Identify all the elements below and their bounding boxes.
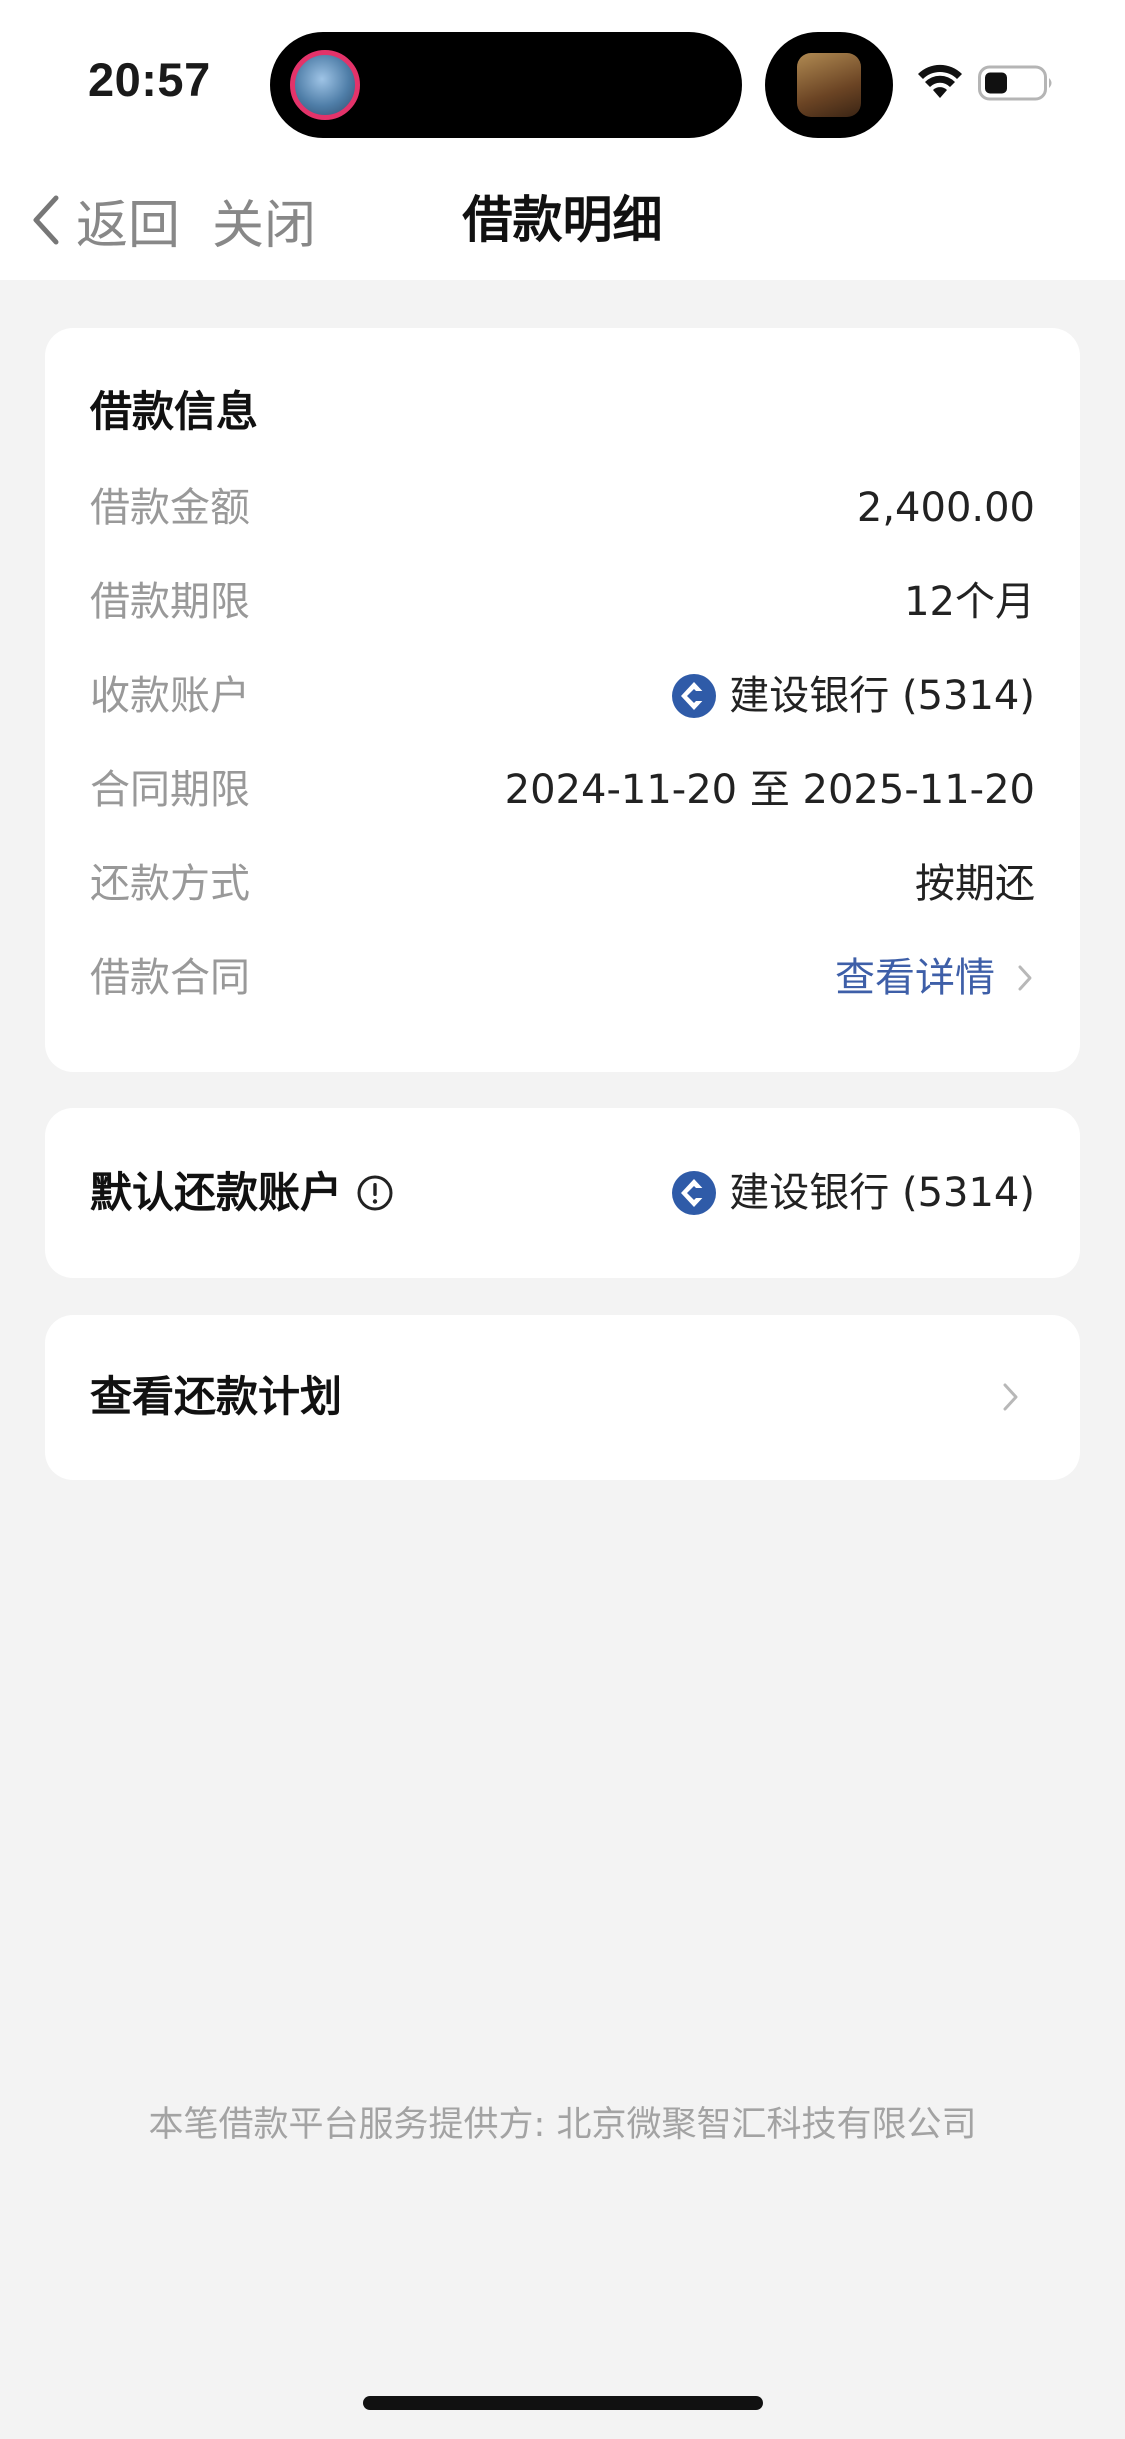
receiving-account-value: 建设银行 (5314) [671, 666, 1035, 726]
contract-period-label: 合同期限 [90, 767, 250, 813]
status-time: 20:57 [88, 53, 211, 106]
receiving-account-row: 收款账户 建设银行 (5314) [90, 666, 1035, 726]
ccb-bank-logo-icon [672, 674, 717, 718]
home-indicator[interactable] [363, 2396, 763, 2410]
loan-amount-row: 借款金额 2,400.00 [90, 478, 1035, 538]
repayment-method-value: 按期还 [915, 861, 1035, 907]
contract-period-value: 2024-11-20 至 2025-11-20 [504, 767, 1035, 813]
loan-contract-label: 借款合同 [90, 955, 250, 1001]
back-label: 返回 [76, 195, 181, 256]
default-account-value[interactable]: 建设银行 (5314) [671, 1163, 1035, 1223]
loan-term-label: 借款期限 [90, 579, 250, 625]
loan-info-card: 借款信息 借款金额 2,400.00 借款期限 12个月 收款账户 建设银行 (… [45, 328, 1080, 1072]
loan-amount-value: 2,400.00 [856, 485, 1035, 531]
back-button[interactable]: 返回 [28, 182, 180, 258]
loan-info-title: 借款信息 [90, 387, 259, 436]
loan-term-row: 借款期限 12个月 [90, 572, 1035, 632]
default-account-label: 默认还款账户 [90, 1168, 343, 1217]
view-details-text: 查看详情 [835, 955, 995, 1001]
battery-icon [978, 65, 1052, 101]
default-repayment-account-card: 默认还款账户 建设银行 (5314) [45, 1108, 1080, 1278]
ccb-bank-logo-icon [672, 1171, 717, 1215]
contract-period-row: 合同期限 2024-11-20 至 2025-11-20 [90, 760, 1035, 820]
close-button[interactable]: 关闭 [212, 182, 316, 258]
loan-amount-label: 借款金额 [90, 485, 250, 531]
dynamic-island[interactable] [270, 32, 742, 138]
service-provider-footer: 本笔借款平台服务提供方: 北京微聚智汇科技有限公司 [148, 2105, 977, 2145]
loan-term-value: 12个月 [904, 579, 1035, 625]
loan-contract-row: 借款合同 查看详情 [90, 948, 1035, 1008]
now-playing-avatar[interactable] [290, 50, 360, 120]
receiving-account-text: 建设银行 (5314) [729, 673, 1035, 719]
chevron-right-icon [1018, 965, 1032, 991]
chevron-left-icon [33, 195, 59, 245]
status-bar: 20:57 [0, 0, 1125, 160]
info-icon[interactable] [356, 1174, 394, 1212]
chevron-right-icon [1003, 1383, 1018, 1411]
default-account-text: 建设银行 (5314) [729, 1170, 1035, 1216]
navigation-bar: 借款明细 返回 关闭 [0, 160, 1125, 280]
default-account-title: 默认还款账户 [90, 1163, 394, 1223]
repayment-method-row: 还款方式 按期还 [90, 854, 1035, 914]
close-label: 关闭 [212, 195, 317, 256]
repayment-method-label: 还款方式 [90, 861, 250, 907]
app-thumbnail-icon [797, 53, 861, 117]
receiving-account-label: 收款账户 [90, 673, 250, 719]
wifi-icon [918, 64, 962, 98]
repayment-plan-title: 查看还款计划 [90, 1372, 343, 1421]
repayment-plan-card[interactable]: 查看还款计划 [45, 1315, 1080, 1480]
view-details-link[interactable]: 查看详情 [835, 948, 1035, 1008]
live-activity-bubble[interactable] [765, 32, 893, 138]
